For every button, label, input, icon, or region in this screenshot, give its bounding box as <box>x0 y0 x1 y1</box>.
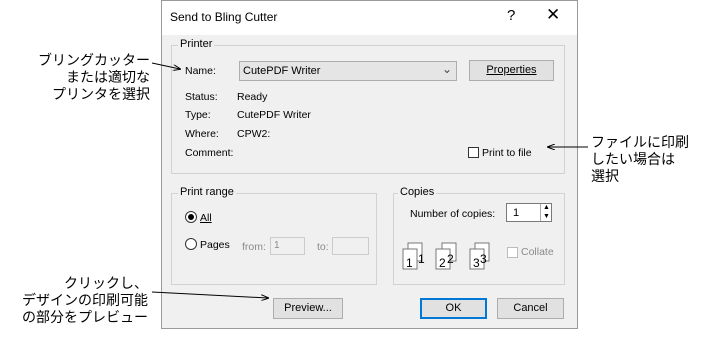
arrow-to-printer-name <box>151 62 180 69</box>
callout-arrows <box>151 62 588 352</box>
arrow-to-preview <box>151 291 268 298</box>
